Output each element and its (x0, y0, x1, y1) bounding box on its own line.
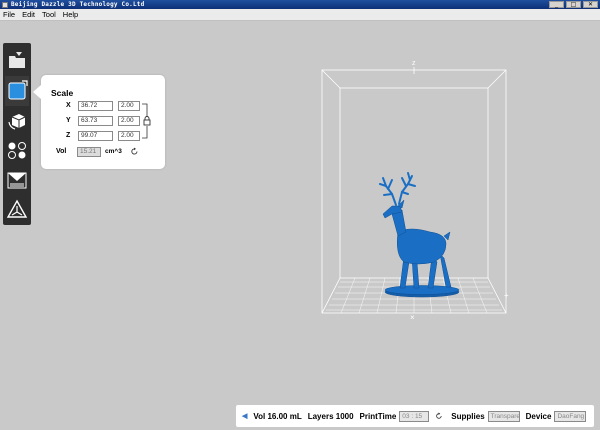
tool-open-file[interactable] (5, 46, 29, 76)
collapse-arrow-icon[interactable]: ◀ (242, 412, 247, 420)
window-controls: _ □ ✕ (549, 0, 598, 9)
window-title: Beijing Dazzle 3D Technology Co.Ltd (11, 1, 145, 8)
status-printtime-label: PrintTime (359, 411, 397, 421)
rotate-cube-icon (8, 113, 26, 130)
device-field[interactable]: DaoFang (554, 410, 587, 422)
title-bar: Beijing Dazzle 3D Technology Co.Ltd _ □ … (0, 0, 600, 9)
maximize-button[interactable]: □ (566, 1, 581, 8)
menu-tool[interactable]: Tool (42, 10, 56, 19)
reset-icon[interactable] (130, 147, 139, 156)
z-axis-label: z (412, 60, 416, 67)
y-scale-field[interactable]: 2.00 (118, 116, 140, 126)
tool-slice[interactable] (5, 165, 29, 195)
support-nodes-icon (8, 142, 26, 160)
menu-help[interactable]: Help (63, 10, 78, 19)
refresh-icon[interactable] (435, 412, 443, 420)
vol-field: 15.21 (77, 147, 101, 157)
status-layers: Layers 1000 (307, 411, 354, 421)
tool-scale[interactable] (5, 75, 29, 106)
scale-cube-icon (8, 80, 28, 100)
scale-panel: Scale X 36.72 2.00 Y 63.73 2.00 Z 99.07 … (33, 75, 165, 169)
svg-text:+: + (504, 291, 509, 300)
vol-label: Vol (56, 148, 67, 155)
tool-print[interactable] (5, 195, 29, 225)
app-icon (2, 1, 8, 8)
z-size-field[interactable]: 99.07 (78, 131, 113, 141)
z-axis-row-label: Z (66, 132, 71, 139)
supplies-field[interactable]: Transparent (487, 410, 520, 422)
y-axis-label: Y (66, 117, 71, 124)
menu-file[interactable]: File (3, 10, 15, 19)
slice-layers-icon (7, 172, 27, 189)
x-size-field[interactable]: 36.72 (78, 101, 113, 111)
scale-panel-title: Scale (51, 88, 74, 98)
vol-unit: cm^3 (105, 148, 122, 155)
tool-support[interactable] (5, 135, 29, 165)
z-scale-field[interactable]: 2.00 (118, 131, 140, 141)
minimize-button[interactable]: _ (549, 1, 564, 8)
left-toolbar (3, 43, 31, 225)
popup-arrow (33, 85, 41, 99)
status-device-label: Device (525, 411, 552, 421)
x-scale-field[interactable]: 2.00 (118, 101, 140, 111)
printtime-field: 03 : 15 (399, 410, 430, 422)
open-file-icon (9, 51, 25, 68)
menu-bar: File Edit Tool Help (0, 9, 600, 21)
print-triangle-icon (6, 199, 28, 218)
menu-edit[interactable]: Edit (22, 10, 35, 19)
close-button[interactable]: ✕ (583, 1, 598, 8)
lock-icon[interactable] (143, 116, 151, 126)
svg-text:×: × (410, 313, 415, 322)
status-bar: ◀ Vol 16.00 mL Layers 1000 PrintTime 03 … (236, 405, 594, 427)
y-size-field[interactable]: 63.73 (78, 116, 113, 126)
tool-rotate[interactable] (5, 106, 29, 136)
status-supplies-label: Supplies (451, 411, 485, 421)
status-volume: Vol 16.00 mL (253, 411, 302, 421)
x-axis-label: X (66, 102, 71, 109)
